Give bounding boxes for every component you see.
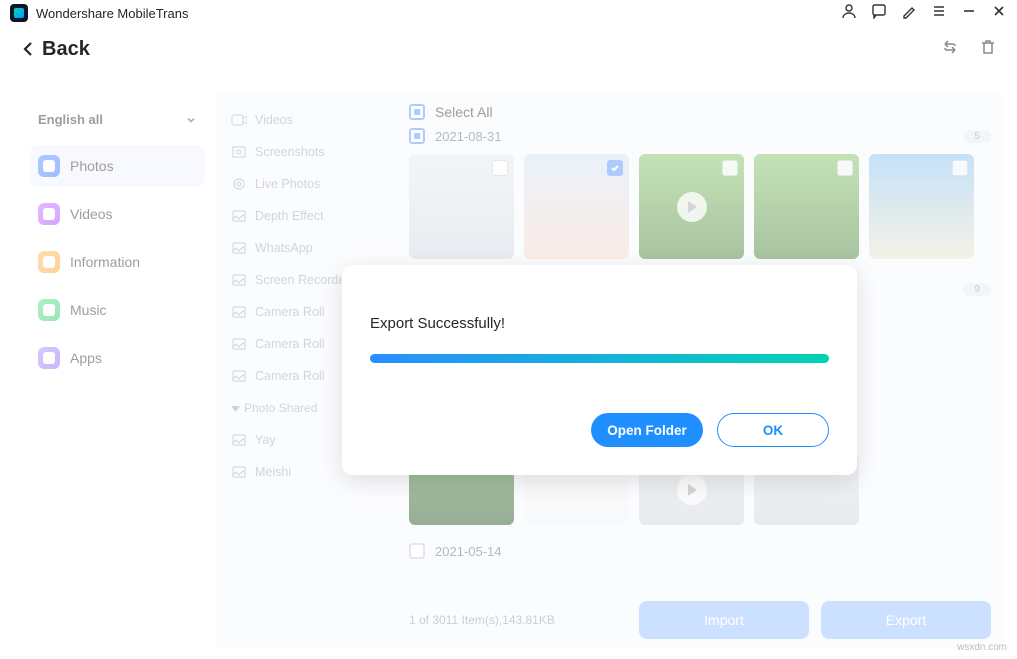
- back-label: Back: [42, 38, 90, 61]
- account-icon[interactable]: [841, 3, 857, 24]
- refresh-icon[interactable]: [941, 38, 959, 61]
- window-titlebar: Wondershare MobileTrans: [0, 0, 1017, 26]
- ok-label: OK: [763, 423, 783, 438]
- export-success-modal: Export Successfully! Open Folder OK: [342, 265, 857, 475]
- close-icon[interactable]: [991, 3, 1007, 24]
- menu-icon[interactable]: [931, 3, 947, 24]
- back-bar: Back: [0, 26, 1017, 72]
- app-title: Wondershare MobileTrans: [36, 6, 188, 21]
- feedback-icon[interactable]: [871, 3, 887, 24]
- open-folder-button[interactable]: Open Folder: [591, 413, 703, 447]
- edit-icon[interactable]: [901, 3, 917, 24]
- progress-bar: [370, 354, 829, 363]
- minimize-icon[interactable]: [961, 3, 977, 24]
- open-folder-label: Open Folder: [607, 423, 687, 438]
- watermark: wsxdn.com: [957, 642, 1007, 653]
- delete-icon[interactable]: [979, 38, 997, 61]
- back-button[interactable]: Back: [20, 38, 90, 61]
- modal-message: Export Successfully!: [370, 315, 829, 332]
- app-logo: [10, 4, 28, 22]
- ok-button[interactable]: OK: [717, 413, 829, 447]
